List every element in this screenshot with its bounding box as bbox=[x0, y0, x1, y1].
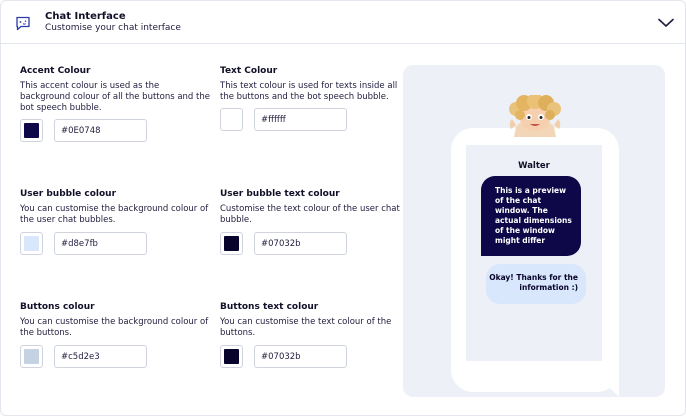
text-colour-swatch[interactable] bbox=[220, 108, 243, 131]
buttons-text-colour-field: Buttons text colour You can customise th… bbox=[220, 301, 410, 339]
speech-tail-shape bbox=[599, 365, 619, 397]
section-title: Chat Interface bbox=[45, 11, 126, 22]
chat-window: Walter This is a preview of the chat win… bbox=[466, 145, 602, 361]
user-bubble-text-colour-swatch-fill bbox=[224, 236, 239, 251]
chevron-down-icon[interactable] bbox=[657, 15, 675, 29]
buttons-colour-label: Buttons colour bbox=[20, 302, 95, 312]
user-bubble-text-colour-swatch[interactable] bbox=[220, 232, 243, 255]
accent-colour-swatch[interactable] bbox=[20, 119, 43, 142]
buttons-text-colour-label: Buttons text colour bbox=[220, 302, 319, 312]
user-bubble-colour-field: User bubble colour You can customise the… bbox=[20, 188, 210, 226]
buttons-colour-field: Buttons colour You can customise the bac… bbox=[20, 301, 210, 339]
buttons-colour-swatch[interactable] bbox=[20, 345, 43, 368]
accent-colour-label: Accent Colour bbox=[20, 66, 91, 76]
buttons-colour-input[interactable]: #c5d2e3 bbox=[54, 345, 147, 368]
user-message-bubble: Okay! Thanks for the information :) bbox=[486, 264, 586, 304]
user-bubble-text-colour-description: Customise the text colour of the user ch… bbox=[220, 204, 400, 225]
user-bubble-colour-description: You can customise the background colour … bbox=[20, 204, 209, 225]
buttons-text-colour-swatch[interactable] bbox=[220, 345, 243, 368]
buttons-text-colour-swatch-fill bbox=[224, 349, 239, 364]
text-colour-input[interactable]: #ffffff bbox=[254, 108, 347, 131]
accent-colour-field: Accent Colour This accent colour is used… bbox=[20, 65, 210, 114]
section-subtitle: Customise your chat interface bbox=[45, 23, 181, 33]
text-colour-field: Text Colour This text colour is used for… bbox=[220, 65, 410, 103]
user-bubble-colour-swatch-fill bbox=[24, 236, 39, 251]
bot-name: Walter bbox=[518, 161, 550, 171]
text-colour-description: This text colour is used for texts insid… bbox=[220, 81, 398, 102]
buttons-text-colour-input[interactable]: #07032b bbox=[254, 345, 347, 368]
buttons-colour-description: You can customise the background colour … bbox=[20, 317, 209, 338]
accent-colour-description: This accent colour is used as the backgr… bbox=[20, 81, 210, 113]
bot-message-bubble: This is a preview of the chat window. Th… bbox=[481, 176, 581, 256]
chat-bubble-icon bbox=[15, 15, 31, 31]
user-bubble-text-colour-input[interactable]: #07032b bbox=[254, 232, 347, 255]
text-colour-swatch-fill bbox=[224, 112, 239, 127]
accent-colour-swatch-fill bbox=[24, 123, 39, 138]
user-bubble-text-colour-field: User bubble text colour Customise the te… bbox=[220, 188, 410, 226]
buttons-text-colour-description: You can customise the text colour of the… bbox=[220, 317, 392, 338]
accent-colour-input[interactable]: #0E0748 bbox=[54, 119, 147, 142]
buttons-colour-swatch-fill bbox=[24, 349, 39, 364]
section-header[interactable]: Chat Interface Customise your chat inter… bbox=[1, 1, 685, 44]
user-bubble-colour-input[interactable]: #d8e7fb bbox=[54, 232, 147, 255]
user-bubble-colour-label: User bubble colour bbox=[20, 189, 117, 199]
user-bubble-text-colour-label: User bubble text colour bbox=[220, 189, 340, 199]
user-bubble-colour-swatch[interactable] bbox=[20, 232, 43, 255]
chat-interface-panel: Chat Interface Customise your chat inter… bbox=[0, 0, 686, 416]
bot-avatar-icon bbox=[506, 93, 564, 137]
text-colour-label: Text Colour bbox=[220, 66, 278, 76]
chat-preview: Walter This is a preview of the chat win… bbox=[403, 65, 665, 397]
